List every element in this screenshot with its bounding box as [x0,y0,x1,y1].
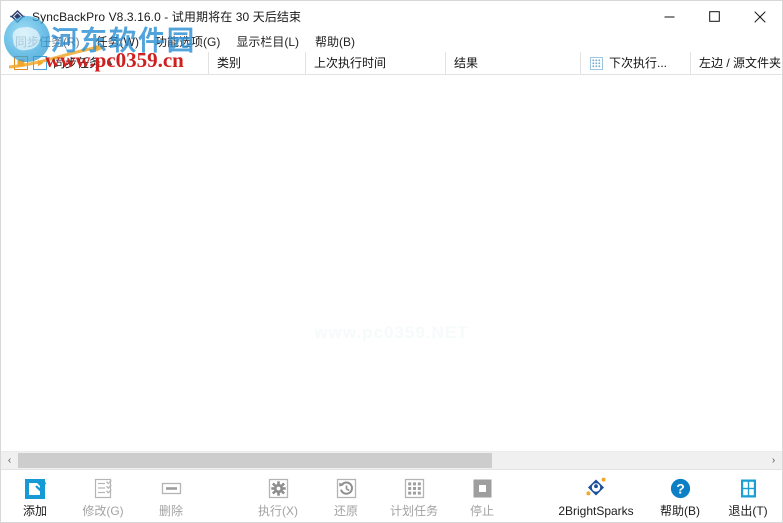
calendar-grid-icon [590,56,603,70]
column-header-category-label: 类别 [217,56,242,70]
toolbar-schedule-label: 计划任务 [389,504,438,518]
toolbar-stop-label: 停止 [469,504,494,518]
column-header-result-label: 结果 [454,56,479,70]
syncbackpro-window: SyncBackPro V8.3.16.0 - 试用期将在 30 天后结束 同步… [0,0,783,523]
title-bar: SyncBackPro V8.3.16.0 - 试用期将在 30 天后结束 [1,1,782,32]
menu-item-function-options[interactable]: 功能选项(G) [147,33,228,52]
run-play-icon [33,56,47,70]
scrollbar-thumb[interactable] [18,453,493,468]
list-column-header: 同步任务 ▲ 类别 上次执行时间 结果 下次执行... 左边 / 源文件夹 [1,52,782,75]
column-header-sync-task[interactable]: 同步任务 ▲ [1,52,209,74]
maximize-button[interactable] [692,1,737,32]
window-controls [647,1,782,32]
menu-item-display-columns[interactable]: 显示栏目(L) [228,33,307,52]
horizontal-scrollbar[interactable]: ‹ › [1,451,782,469]
column-header-last-run[interactable]: 上次执行时间 [306,52,446,74]
delete-minus-icon [160,476,183,500]
scroll-left-arrow-icon[interactable]: ‹ [1,452,18,469]
exit-door-icon [737,476,760,500]
schedule-grid-icon [403,476,426,500]
toolbar-exit-button[interactable]: 退出(T) [714,470,782,522]
column-header-next-run[interactable]: 下次执行... [581,52,691,74]
toolbar-brightsparks-label: 2BrightSparks [558,504,634,518]
window-title: SyncBackPro V8.3.16.0 - 试用期将在 30 天后结束 [32,10,302,24]
column-header-left-source-folder-label: 左边 / 源文件夹 [699,56,782,70]
close-button[interactable] [737,1,782,32]
menu-item-help[interactable]: 帮助(B) [307,33,363,52]
orange-square-icon [14,56,28,70]
toolbar-edit-button[interactable]: 修改(G) [69,470,137,522]
restore-clock-icon [335,476,358,500]
toolbar-brightsparks-button[interactable]: 2BrightSparks [546,470,646,522]
help-question-icon: ? [669,476,692,500]
toolbar-stop-button[interactable]: 停止 [448,470,516,522]
column-header-sync-task-label: 同步任务 [53,56,102,70]
toolbar-help-label: 帮助(B) [660,504,700,518]
column-header-last-run-label: 上次执行时间 [314,56,387,70]
column-header-grid-wrap [585,56,609,70]
syncback-diamond-icon [10,9,25,24]
toolbar-restore-label: 还原 [333,504,358,518]
brightsparks-diamond-icon [583,476,609,500]
toolbar-schedule-button[interactable]: 计划任务 [380,470,448,522]
menu-item-tasks[interactable]: 任务(W) [88,33,147,52]
scrollbar-track[interactable] [18,452,765,469]
scroll-right-arrow-icon[interactable]: › [765,452,782,469]
add-task-icon [24,476,47,500]
toolbar-run-label: 执行(X) [258,504,298,518]
toolbar-add-button[interactable]: 添加 [1,470,69,522]
edit-list-icon [92,476,115,500]
toolbar-delete-button[interactable]: 删除 [137,470,205,522]
stop-square-icon [471,476,494,500]
run-gear-icon [267,476,290,500]
toolbar-run-button[interactable]: 执行(X) [244,470,312,522]
task-list-body[interactable]: www.pc0359.NET [1,75,782,451]
column-header-next-run-label: 下次执行... [609,56,668,70]
svg-text:?: ? [676,480,685,496]
column-header-left-source-folder[interactable]: 左边 / 源文件夹 [691,52,782,74]
minimize-button[interactable] [647,1,692,32]
sort-ascending-icon: ▲ [106,58,114,67]
toolbar-edit-label: 修改(G) [82,504,124,518]
toolbar-add-label: 添加 [22,504,47,518]
menu-item-sync-tasks[interactable]: 同步任务(R) [7,33,88,52]
bottom-toolbar: 添加 修改(G) 删除 执行(X) 还原 计划任务 停止 2BrightSpar… [1,469,782,522]
toolbar-delete-label: 删除 [158,504,183,518]
column-header-category[interactable]: 类别 [209,52,306,74]
menu-bar: 同步任务(R) 任务(W) 功能选项(G) 显示栏目(L) 帮助(B) [1,32,782,52]
column-header-result[interactable]: 结果 [446,52,581,74]
toolbar-help-button[interactable]: ? 帮助(B) [646,470,714,522]
center-watermark: www.pc0359.NET [314,323,469,342]
title-bar-left: SyncBackPro V8.3.16.0 - 试用期将在 30 天后结束 [1,8,647,25]
toolbar-restore-button[interactable]: 还原 [312,470,380,522]
column-header-icons [9,56,53,70]
toolbar-exit-label: 退出(T) [728,504,768,518]
